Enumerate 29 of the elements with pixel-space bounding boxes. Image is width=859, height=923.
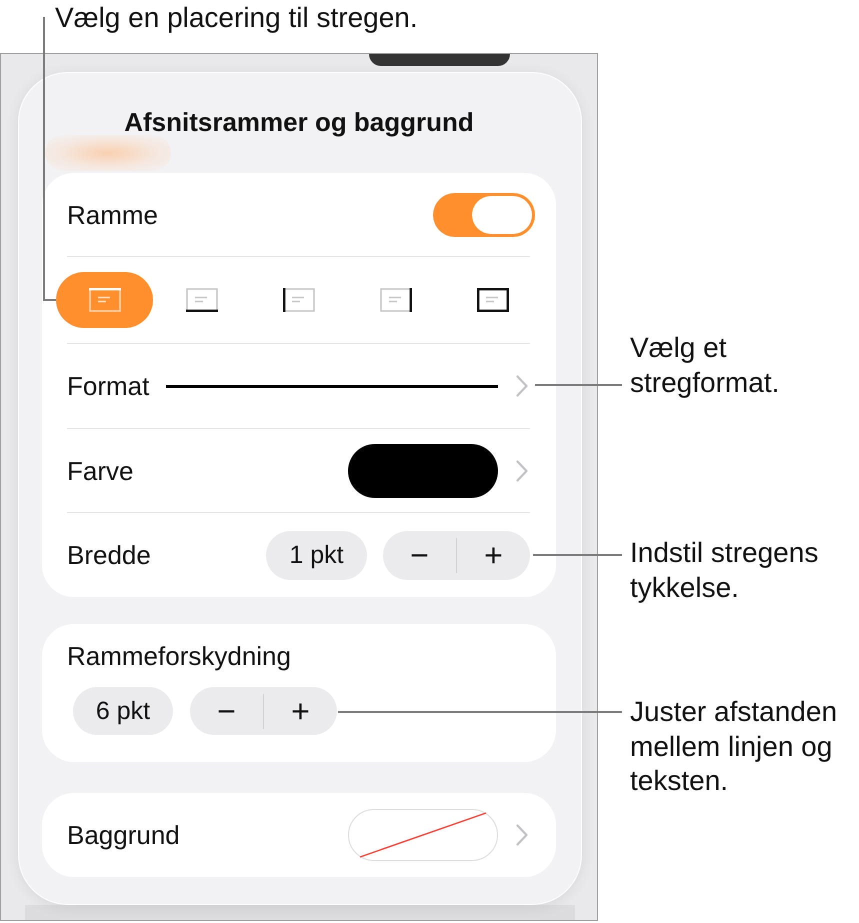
background-label: Baggrund (67, 820, 180, 850)
chevron-right-icon (516, 460, 528, 482)
bottom-border-icon (186, 288, 218, 312)
offset-label: Rammeforskydning (67, 641, 291, 671)
color-swatch[interactable] (348, 809, 498, 861)
slash-icon (359, 812, 487, 858)
minus-button[interactable]: − (190, 687, 263, 735)
width-label: Bredde (67, 540, 151, 570)
popover-title: Afsnitsrammer og baggrund (123, 107, 475, 137)
chevron-right-icon (516, 375, 528, 397)
callout-text: Juster afstanden mellem linjen og teksten. (630, 695, 838, 798)
box-border-icon (476, 288, 508, 312)
chevron-right-icon (516, 824, 528, 846)
left-border-icon (282, 288, 314, 312)
color-swatch[interactable] (348, 444, 498, 498)
value-field[interactable]: 1 pkt (266, 530, 367, 580)
plus-button[interactable]: + (457, 530, 530, 580)
minus-button[interactable]: − (383, 530, 456, 580)
format-label: Format (67, 371, 150, 401)
callout-text: Vælg et stregformat. (630, 331, 780, 400)
top-border-icon (88, 288, 120, 312)
value-field[interactable]: 6 pkt (73, 687, 173, 735)
callout-text: Indstil stregens tykkelse. (630, 536, 818, 605)
plus-button[interactable]: + (264, 687, 337, 735)
toggle-switch[interactable] (433, 192, 535, 236)
callout-text: Vælg en placering til stregen. (55, 1, 418, 35)
border-label: Ramme (67, 200, 158, 230)
right-border-icon (380, 288, 412, 312)
color-label: Farve (67, 456, 134, 486)
